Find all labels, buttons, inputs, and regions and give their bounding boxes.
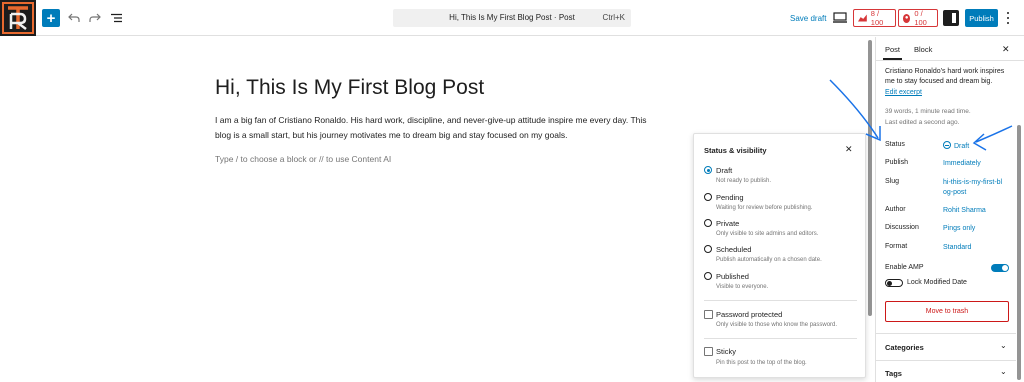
post-title[interactable]: Hi, This Is My First Blog Post (215, 76, 484, 100)
lock-modified-toggle[interactable] (885, 279, 903, 287)
tab-post[interactable]: Post (882, 45, 903, 60)
seo-score: 8 / 100 (870, 9, 884, 27)
settings-sidebar-toggle[interactable] (943, 10, 959, 26)
close-icon[interactable]: ✕ (845, 144, 853, 155)
logo-icon (2, 2, 34, 34)
radio-scheduled[interactable] (704, 245, 712, 253)
list-view-icon (110, 13, 122, 23)
close-icon[interactable]: ✕ (1002, 44, 1010, 55)
tags-panel-toggle[interactable]: Tags (885, 369, 902, 378)
block-placeholder[interactable]: Type / to choose a block or // to use Co… (215, 154, 391, 164)
option-description: Visible to everyone. (716, 284, 769, 290)
excerpt-text: Cristiano Ronaldo's hard work inspires m… (885, 68, 1005, 85)
paragraph-block[interactable]: I am a big fan of Cristiano Ronaldo. His… (215, 113, 655, 143)
editor-scrollbar[interactable] (868, 40, 872, 316)
readability-score: 0 / 100 (914, 9, 927, 27)
enable-amp-label: Enable AMP (885, 264, 924, 271)
option-description: Pin this post to the top of the blog. (716, 360, 807, 366)
publish-date-button[interactable]: Immediately (943, 159, 1013, 169)
status-value: Draft (954, 143, 970, 150)
option-label: Scheduled (716, 245, 752, 254)
radio-draft[interactable] (704, 166, 712, 174)
tab-block[interactable]: Block (914, 45, 932, 54)
add-block-button[interactable]: + (42, 9, 60, 27)
last-edited: Last edited a second ago. (885, 119, 960, 126)
radio-pending[interactable] (704, 193, 712, 201)
chevron-down-icon[interactable]: ⌄ (1000, 367, 1007, 376)
editor-header: + Hi, This Is My First Blog Post · Post … (0, 0, 1024, 36)
kebab-dot (1007, 22, 1009, 24)
chart-icon (858, 14, 867, 22)
option-description: Not ready to publish. (716, 178, 772, 184)
publish-button[interactable]: Publish (965, 9, 998, 27)
option-description: Only visible to those who know the passw… (716, 322, 838, 328)
status-visibility-popover: Status & visibility ✕ Draft Not ready to… (693, 133, 866, 378)
option-label: Sticky (716, 347, 737, 356)
divider (704, 338, 857, 339)
option-label: Password protected (716, 310, 783, 319)
option-label: Published (716, 272, 749, 281)
option-description: Publish automatically on a chosen date. (716, 257, 822, 263)
undo-icon (68, 13, 80, 22)
editor-window: + Hi, This Is My First Blog Post · Post … (0, 0, 1024, 382)
sidebar-tabs: Post Block ✕ (876, 37, 1024, 61)
option-label: Pending (716, 193, 744, 202)
settings-sidebar: Post Block ✕ Cristiano Ronaldo's hard wo… (875, 37, 1024, 382)
option-label: Private (716, 219, 740, 228)
sidebar-scrollbar[interactable] (1017, 125, 1021, 380)
brain-icon: ● (903, 13, 911, 23)
save-draft-button[interactable]: Save draft (790, 14, 826, 23)
discussion-button[interactable]: Pings only (943, 224, 1013, 234)
document-overview-button[interactable] (108, 10, 124, 26)
author-button[interactable]: Rohit Sharma (943, 206, 1013, 216)
discussion-label: Discussion (885, 224, 919, 231)
readability-score-button[interactable]: ● 0 / 100 (898, 9, 938, 27)
divider (876, 360, 1016, 361)
draft-status-icon (943, 141, 951, 149)
format-button[interactable]: Standard (943, 243, 1013, 253)
kebab-dot (1007, 17, 1009, 19)
divider (876, 333, 1016, 334)
lock-modified-label: Lock Modified Date (907, 279, 967, 286)
popover-title: Status & visibility (704, 146, 767, 155)
seo-score-button[interactable]: 8 / 100 (853, 9, 896, 27)
format-label: Format (885, 243, 908, 250)
redo-button[interactable] (87, 10, 103, 26)
kebab-dot (1007, 12, 1009, 14)
status-label: Status (885, 141, 905, 148)
undo-button[interactable] (66, 10, 82, 26)
edit-excerpt-link[interactable]: Edit excerpt (885, 89, 922, 96)
status-value-button[interactable]: Draft (943, 141, 1013, 152)
redo-icon (89, 13, 101, 22)
divider (704, 300, 857, 301)
command-title: Hi, This Is My First Blog Post · Post (449, 13, 575, 22)
command-shortcut: Ctrl+K (602, 13, 625, 22)
password-protected-checkbox[interactable] (704, 310, 713, 319)
radio-private[interactable] (704, 219, 712, 227)
chevron-down-icon[interactable]: ⌄ (1000, 341, 1007, 350)
slug-button[interactable]: hi-this-is-my-first-blog-post (943, 178, 1003, 198)
option-description: Waiting for review before publishing. (716, 205, 813, 211)
sticky-checkbox[interactable] (704, 347, 713, 356)
word-count: 39 words, 1 minute read time. (885, 108, 971, 115)
option-label: Draft (716, 166, 733, 175)
categories-panel-toggle[interactable]: Categories (885, 343, 924, 352)
radio-published[interactable] (704, 272, 712, 280)
move-to-trash-button[interactable]: Move to trash (885, 301, 1009, 322)
publish-label: Publish (885, 159, 908, 166)
author-label: Author (885, 206, 906, 213)
desktop-preview-icon[interactable] (833, 12, 847, 24)
slug-label: Slug (885, 178, 900, 185)
options-menu-button[interactable] (1006, 12, 1010, 24)
enable-amp-toggle[interactable] (991, 264, 1009, 272)
command-palette-bar[interactable]: Hi, This Is My First Blog Post · Post Ct… (393, 9, 631, 27)
option-description: Only visible to site admins and editors. (716, 231, 819, 237)
site-logo[interactable] (0, 0, 36, 36)
